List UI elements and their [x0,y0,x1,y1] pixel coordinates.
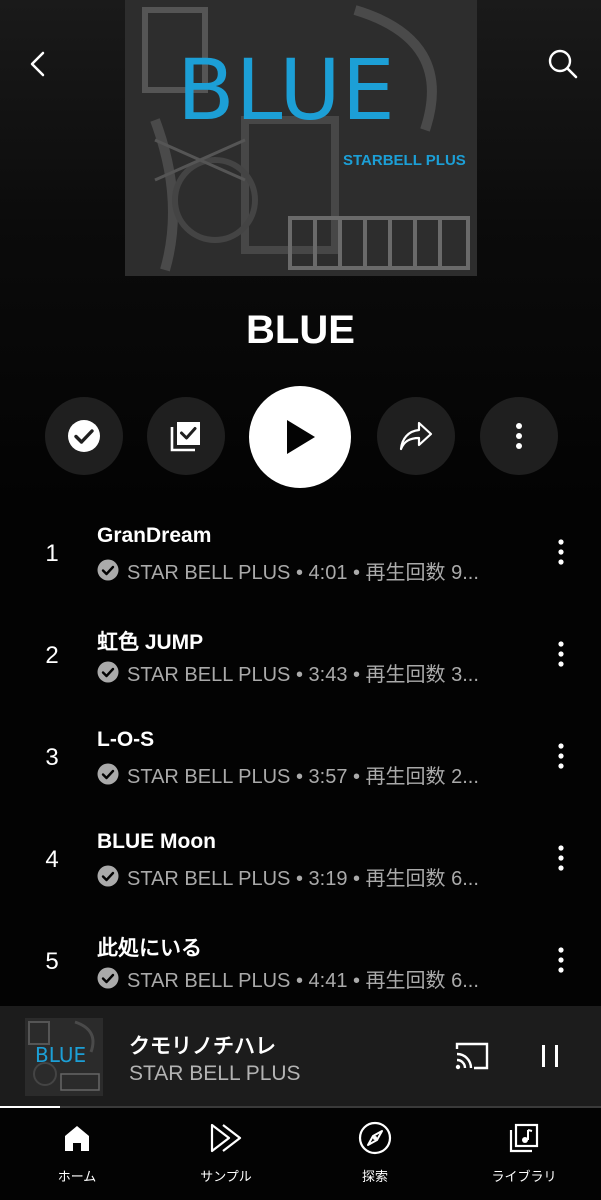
mini-player[interactable]: BLUE クモリノチハレ STAR BELL PLUS [0,1006,601,1106]
track-number: 1 [45,540,59,567]
save-to-library-button[interactable] [147,397,225,475]
nav-home-label: ホーム [57,1169,97,1184]
play-icon [287,420,315,454]
nav-explore[interactable]: 探索 [300,1120,450,1190]
downloaded-check-icon [97,763,119,785]
downloaded-check-icon [97,559,119,581]
track-title: GranDream [97,524,212,547]
download-button[interactable] [45,397,123,475]
track-title: 虹色 JUMP [97,631,204,654]
track-title: L-O-S [97,728,155,751]
track-more-button[interactable] [547,840,575,876]
more-vertical-icon [558,641,564,667]
album-title: BLUE [246,308,355,352]
share-button[interactable] [377,397,455,475]
track-meta: STAR BELL PLUS • 3:57 • 再生回数 2... [97,759,521,789]
track-meta-text: STAR BELL PLUS • 4:01 • 再生回数 9... [127,561,479,584]
track-number: 5 [45,948,59,975]
nav-library-label: ライブラリ [491,1169,557,1184]
track-more-button[interactable] [547,534,575,570]
check-circle-icon [68,420,100,452]
track-meta: STAR BELL PLUS • 4:01 • 再生回数 9... [97,555,521,585]
nav-samples-label: サンプル [200,1169,252,1184]
more-vertical-icon [558,845,564,871]
track-meta-text: STAR BELL PLUS • 3:57 • 再生回数 2... [127,765,479,788]
track-row[interactable]: 5 此処にいる STAR BELL PLUS • 4:41 • 再生回数 6..… [0,910,601,1012]
track-more-button[interactable] [547,738,575,774]
now-playing-artist: STAR BELL PLUS [129,1062,301,1085]
track-number: 3 [45,744,59,771]
album-actions [0,386,601,488]
back-arrow-icon [30,51,45,77]
back-button[interactable] [14,40,62,88]
track-row[interactable]: 2 虹色 JUMP STAR BELL PLUS • 3:43 • 再生回数 3… [0,604,601,706]
track-meta: STAR BELL PLUS • 3:43 • 再生回数 3... [97,657,521,687]
track-row[interactable]: 4 BLUE Moon STAR BELL PLUS • 3:19 • 再生回数… [0,808,601,910]
nav-samples[interactable]: サンプル [151,1120,301,1190]
track-meta-text: STAR BELL PLUS • 4:41 • 再生回数 6... [127,969,479,992]
pause-button[interactable] [530,1038,570,1074]
album-art-title: BLUE [177,41,396,139]
downloaded-check-icon [97,865,119,887]
downloaded-check-icon [97,967,119,989]
track-title: BLUE Moon [97,830,216,853]
album-art-brand: STARBELL PLUS [343,152,466,169]
cast-icon [455,1042,489,1070]
more-vertical-icon [558,743,564,769]
track-meta: STAR BELL PLUS • 3:19 • 再生回数 6... [97,861,521,891]
downloaded-check-icon [97,661,119,683]
track-row[interactable]: 1 GranDream STAR BELL PLUS • 4:01 • 再生回数… [0,502,601,604]
share-icon [399,421,433,451]
play-button[interactable] [249,386,351,488]
track-number: 4 [45,846,59,873]
nav-home[interactable]: ホーム [2,1120,152,1190]
track-meta-text: STAR BELL PLUS • 3:43 • 再生回数 3... [127,663,479,686]
pause-icon [542,1045,558,1067]
now-playing-title: クモリノチハレ [129,1035,276,1058]
library-check-icon [170,422,200,452]
compass-icon [358,1121,392,1155]
track-row[interactable]: 3 L-O-S STAR BELL PLUS • 3:57 • 再生回数 2..… [0,706,601,808]
search-icon [548,49,578,79]
track-title: 此処にいる [97,937,202,960]
nav-explore-label: 探索 [361,1169,388,1184]
track-meta: STAR BELL PLUS • 4:41 • 再生回数 6... [97,963,521,993]
track-more-button[interactable] [547,942,575,978]
home-icon [65,1126,89,1151]
track-meta-text: STAR BELL PLUS • 3:19 • 再生回数 6... [127,867,479,890]
more-vertical-icon [558,947,564,973]
album-art: BLUE STARBELL PLUS [125,0,477,276]
track-more-button[interactable] [547,636,575,672]
samples-icon [210,1123,242,1153]
more-vertical-icon [558,539,564,565]
more-vertical-icon [516,423,522,449]
nav-library[interactable]: ライブラリ [449,1120,599,1190]
search-button[interactable] [539,40,587,88]
now-playing-art: BLUE [25,1018,103,1096]
track-number: 2 [45,642,59,669]
cast-button[interactable] [451,1038,493,1074]
now-playing-art-title: BLUE [35,1043,87,1067]
library-icon [509,1123,539,1153]
more-options-button[interactable] [480,397,558,475]
bottom-navigation: ホーム サンプル 探索 ライブラリ [0,1108,601,1200]
